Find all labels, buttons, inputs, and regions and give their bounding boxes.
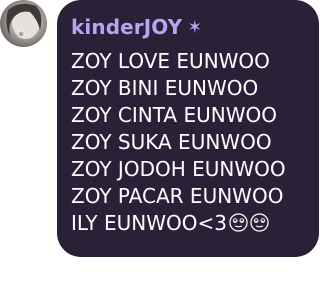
message-line: ZOY LOVE EUNWOO	[71, 49, 270, 73]
message-line: ZOY PACAR EUNWOO	[71, 184, 284, 208]
sparkle-badge-icon: ✶	[187, 16, 203, 38]
message-text: ZOY LOVE EUNWOO ZOY BINI EUNWOO ZOY CINT…	[71, 48, 307, 237]
sender-name[interactable]: kinderJOY	[71, 15, 182, 39]
message-line-text: ILY EUNWOO<3	[71, 211, 227, 235]
message-bubble: kinderJOY ✶ ZOY LOVE EUNWOO ZOY BINI EUN…	[57, 0, 319, 257]
chat-message: kinderJOY ✶ ZOY LOVE EUNWOO ZOY BINI EUN…	[0, 0, 320, 305]
avatar[interactable]	[0, 0, 47, 47]
swirl-eyes-emoji-icon	[229, 213, 248, 232]
message-line: ZOY SUKA EUNWOO	[71, 130, 272, 154]
swirl-eyes-emoji-icon	[250, 213, 269, 232]
message-line: ZOY BINI EUNWOO	[71, 76, 259, 100]
message-line: ZOY CINTA EUNWOO	[71, 103, 277, 127]
message-line: ZOY JODOH EUNWOO	[71, 157, 286, 181]
message-line-last: ILY EUNWOO<3	[71, 210, 307, 237]
avatar-photo-icon	[6, 3, 42, 39]
sender-row: kinderJOY ✶	[71, 12, 307, 42]
